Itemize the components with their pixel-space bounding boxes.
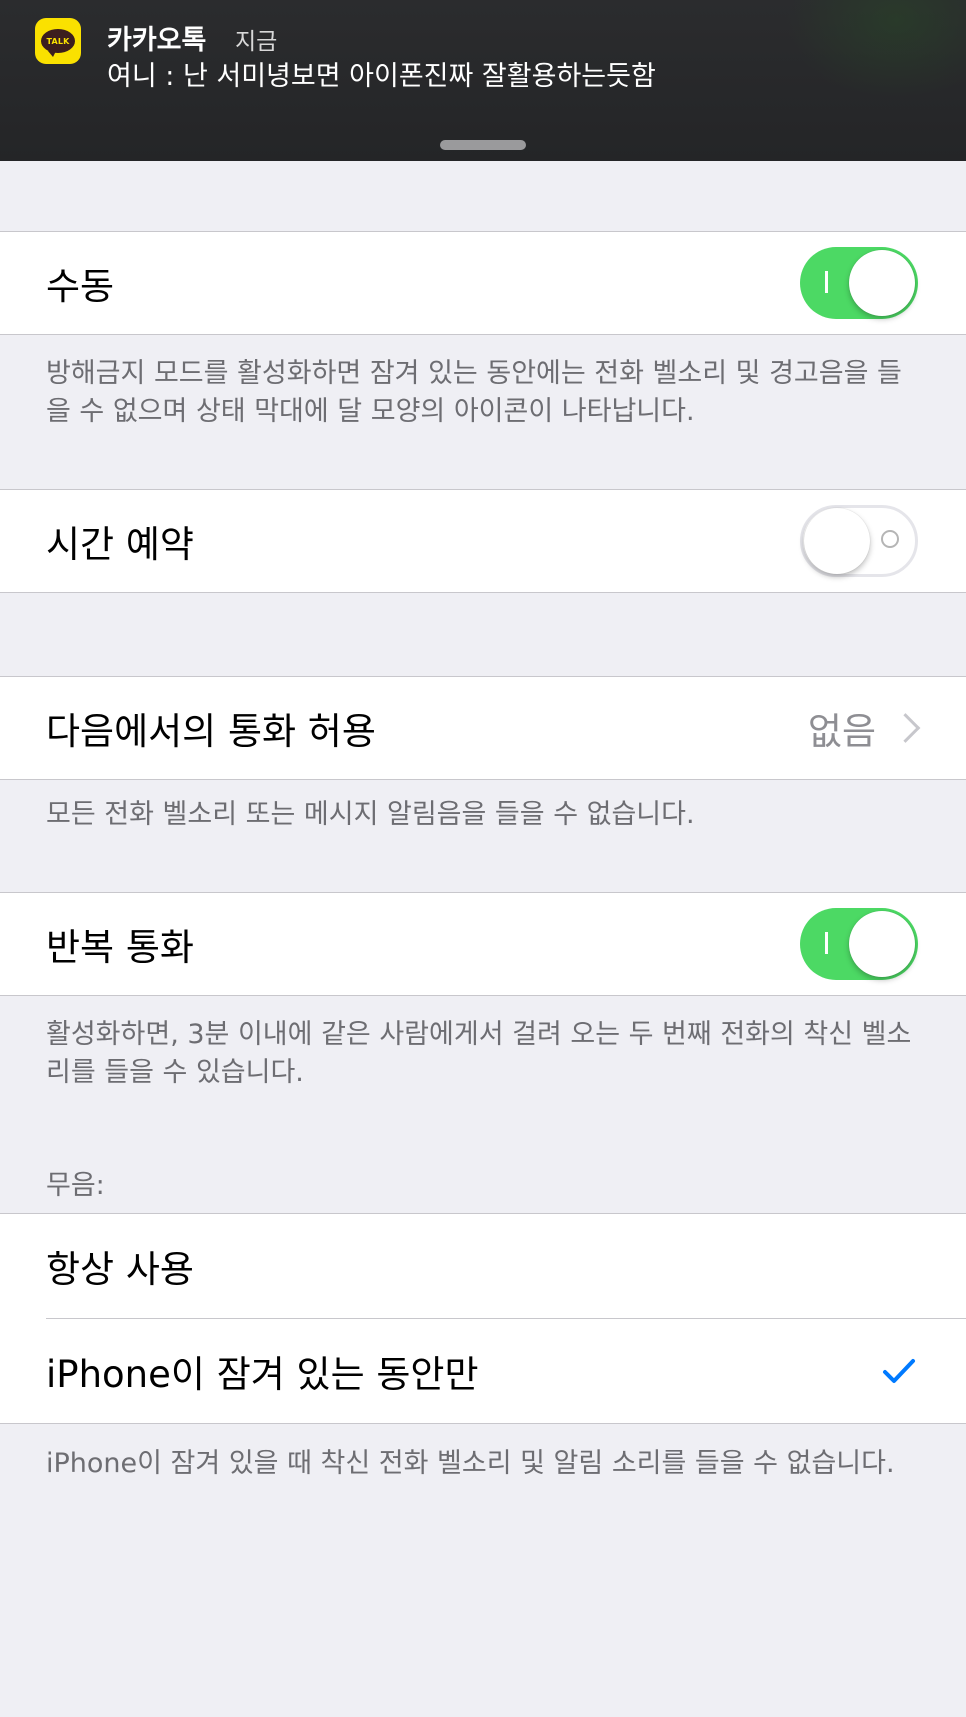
checkmark-icon bbox=[883, 1359, 915, 1383]
banner-grabber-handle[interactable] bbox=[440, 140, 526, 150]
manual-toggle[interactable] bbox=[800, 247, 918, 319]
silence-option-locked-only[interactable]: iPhone이 잠겨 있는 동안만 bbox=[0, 1319, 966, 1423]
notification-time: 지금 bbox=[235, 29, 278, 55]
allow-calls-row[interactable]: 다음에서의 통화 허용 없음 bbox=[0, 676, 966, 780]
allow-calls-value: 없음 bbox=[807, 710, 876, 753]
allow-calls-footer: 모든 전화 벨소리 또는 메시지 알림음을 들을 수 없습니다. bbox=[46, 799, 695, 830]
banner-background-glow bbox=[786, 0, 966, 100]
silence-option-label: 항상 사용 bbox=[46, 1248, 194, 1291]
manual-footer: 방해금지 모드를 활성화하면 잠겨 있는 동안에는 전화 벨소리 및 경고음을 … bbox=[46, 358, 902, 427]
scheduled-label: 시간 예약 bbox=[46, 523, 194, 566]
scheduled-row: 시간 예약 bbox=[0, 489, 966, 593]
scheduled-toggle[interactable] bbox=[800, 505, 918, 577]
toggle-knob bbox=[849, 911, 915, 977]
repeated-calls-toggle[interactable] bbox=[800, 908, 918, 980]
manual-label: 수동 bbox=[46, 265, 115, 308]
repeated-calls-label: 반복 통화 bbox=[46, 926, 194, 969]
allow-calls-label: 다음에서의 통화 허용 bbox=[46, 710, 376, 753]
notification-app-name: 카카오톡 bbox=[107, 25, 207, 56]
notification-message: 여니 : 난 서미녕보면 아이폰진짜 잘활용하는듯함 bbox=[107, 61, 656, 92]
silence-option-label: iPhone이 잠겨 있는 동안만 bbox=[46, 1353, 479, 1396]
toggle-on-mark-icon bbox=[825, 271, 828, 293]
toggle-off-mark-icon bbox=[881, 530, 899, 548]
notification-banner[interactable]: TALK 카카오톡 지금 여니 : 난 서미녕보면 아이폰진짜 잘활용하는듯함 bbox=[0, 0, 966, 161]
silence-section-header: 무음: bbox=[46, 1170, 105, 1201]
toggle-on-mark-icon bbox=[825, 932, 828, 954]
repeated-calls-row: 반복 통화 bbox=[0, 892, 966, 996]
silence-footer: iPhone이 잠겨 있을 때 착신 전화 벨소리 및 알림 소리를 들을 수 … bbox=[46, 1448, 895, 1479]
manual-row: 수동 bbox=[0, 231, 966, 335]
toggle-knob bbox=[804, 508, 870, 574]
chevron-right-icon bbox=[890, 713, 921, 743]
talk-bubble-icon: TALK bbox=[41, 29, 75, 57]
app-icon-text: TALK bbox=[46, 36, 70, 46]
silence-option-always[interactable]: 항상 사용 bbox=[0, 1214, 966, 1319]
repeated-calls-footer: 활성화하면, 3분 이내에 같은 사람에게서 걸려 오는 두 번째 전화의 착신… bbox=[46, 1019, 912, 1088]
kakaotalk-app-icon: TALK bbox=[35, 18, 81, 64]
toggle-knob bbox=[849, 250, 915, 316]
silence-group: 항상 사용 iPhone이 잠겨 있는 동안만 bbox=[0, 1213, 966, 1424]
